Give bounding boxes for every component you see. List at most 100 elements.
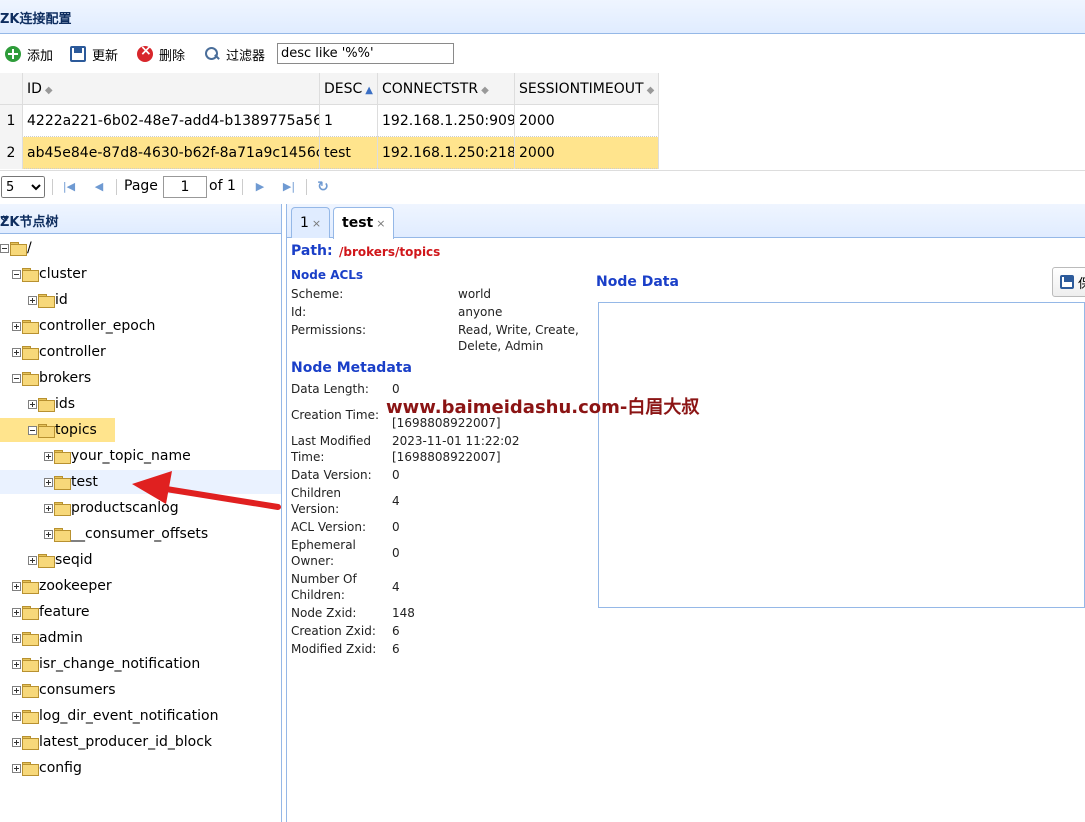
filter-button-label: 过滤器 (226, 48, 266, 64)
tree-node-your-topic-name[interactable]: your_topic_name (44, 444, 191, 468)
column-header-sessiontimeout[interactable]: SESSIONTIMEOUT ◆ (515, 73, 659, 105)
folder-icon (38, 398, 55, 412)
save-icon (1060, 275, 1074, 289)
collapse-icon[interactable] (0, 243, 9, 253)
path-label: Path: (291, 243, 333, 259)
expand-icon[interactable] (12, 763, 21, 773)
column-header-id[interactable]: ID ◆ (23, 73, 320, 105)
expand-icon[interactable] (28, 399, 37, 409)
tree-node-latest-producer-id-block[interactable]: latest_producer_id_block (12, 730, 212, 754)
folder-icon (22, 710, 39, 724)
expand-icon[interactable] (12, 711, 21, 721)
column-header-desc[interactable]: DESC ▲ (320, 73, 378, 105)
folder-icon (22, 372, 39, 386)
connection-grid: ID ◆ DESC ▲ CONNECTSTR ◆ SESSIONTIMEOUT ◆ 1 … (0, 73, 1085, 169)
next-page-icon[interactable]: ▶ (253, 180, 267, 194)
tree-node-cluster[interactable]: cluster (12, 262, 87, 286)
tree-node-log-dir-event-notification[interactable]: log_dir_event_notification (12, 704, 218, 728)
add-icon (5, 46, 21, 62)
expand-icon[interactable] (44, 451, 53, 461)
tree-node-ids[interactable]: ids (28, 392, 75, 416)
expand-icon[interactable] (12, 633, 21, 643)
sort-icon: ◆ (44, 85, 53, 96)
tree-node-root[interactable]: / (0, 236, 32, 260)
tree-node-productscanlog[interactable]: productscanlog (44, 496, 179, 520)
tree-node-topics[interactable]: topics (0, 418, 115, 442)
page-label: Page (124, 178, 158, 194)
collapse-icon[interactable] (28, 425, 37, 435)
meta-num-children-label-cont: Children: (291, 588, 345, 602)
add-button[interactable]: 添加 (5, 44, 53, 64)
meta-acl-version-label: ACL Version: (291, 520, 367, 534)
table-row-selected[interactable]: 2 ab45e84e-87d8-4630-b62f-8a71a9c1456c t… (0, 137, 659, 169)
tree-node-controller[interactable]: controller (12, 340, 106, 364)
expand-icon[interactable] (28, 295, 37, 305)
sort-icon: ◆ (481, 85, 489, 96)
meta-creation-zxid-label: Creation Zxid: (291, 624, 376, 638)
folder-icon (54, 476, 71, 490)
tab-test[interactable]: test × (333, 207, 395, 239)
expand-icon[interactable] (28, 555, 37, 565)
tree-node-seqid[interactable]: seqid (28, 548, 93, 572)
prev-page-icon[interactable]: ◀ (92, 180, 106, 194)
collapse-icon[interactable] (12, 373, 21, 383)
expand-icon[interactable] (12, 321, 21, 331)
tree-node-controller-epoch[interactable]: controller_epoch (12, 314, 155, 338)
acl-scheme-value: world (458, 287, 492, 301)
tree-node-id[interactable]: id (28, 288, 68, 312)
save-node-data-button[interactable]: 保 (1052, 267, 1085, 297)
save-icon (70, 46, 86, 62)
expand-icon[interactable] (12, 685, 21, 695)
folder-icon (22, 606, 39, 620)
separator (52, 179, 53, 195)
meta-modified-time-label: Last Modified (291, 434, 372, 448)
expand-icon[interactable] (44, 477, 53, 487)
expand-icon[interactable] (12, 659, 21, 669)
meta-creation-time-label: Creation Time: (291, 408, 379, 422)
close-icon[interactable]: × (312, 217, 321, 230)
column-header-connectstr[interactable]: CONNECTSTR ◆ (378, 73, 515, 105)
cell-timeout: 2000 (515, 137, 659, 169)
delete-icon (137, 43, 153, 62)
tree-node-admin[interactable]: admin (12, 626, 83, 650)
folder-icon (22, 632, 39, 646)
filter-button[interactable]: 过滤器 (204, 44, 265, 64)
page-size-select[interactable]: 5 (1, 176, 45, 198)
node-data-textarea[interactable] (598, 302, 1085, 608)
tree-node-isr-change-notification[interactable]: isr_change_notification (12, 652, 200, 676)
tree-node-consumers[interactable]: consumers (12, 678, 116, 702)
collapse-panel-icon[interactable]: « (0, 211, 273, 226)
tab-1[interactable]: 1 × (291, 207, 331, 238)
expand-icon[interactable] (44, 503, 53, 513)
table-row[interactable]: 1 4222a221-6b02-48e7-add4-b1389775a566 1… (0, 105, 659, 137)
folder-icon (38, 554, 55, 568)
meta-ephemeral-owner-label-cont: Owner: (291, 554, 335, 568)
tree-node-test[interactable]: test (0, 470, 281, 494)
expand-icon[interactable] (12, 347, 21, 357)
meta-modified-zxid-label: Modified Zxid: (291, 642, 377, 656)
tree-node-consumer-offsets[interactable]: __consumer_offsets (44, 522, 208, 546)
folder-icon (22, 658, 39, 672)
expand-icon[interactable] (44, 529, 53, 539)
tree-node-zookeeper[interactable]: zookeeper (12, 574, 112, 598)
refresh-icon[interactable]: ↻ (316, 180, 330, 194)
tree-node-config[interactable]: config (12, 756, 82, 780)
close-icon[interactable]: × (376, 217, 385, 230)
acl-id-value: anyone (458, 305, 503, 319)
expand-icon[interactable] (12, 737, 21, 747)
meta-node-zxid-label: Node Zxid: (291, 606, 357, 620)
expand-icon[interactable] (12, 581, 21, 591)
sort-icon: ◆ (646, 85, 655, 96)
filter-input[interactable] (277, 43, 454, 64)
page-number-input[interactable] (163, 176, 207, 198)
collapse-icon[interactable] (12, 269, 21, 279)
delete-button[interactable]: 删除 (137, 43, 185, 64)
last-page-icon[interactable]: ▶| (282, 180, 296, 194)
tree-node-brokers[interactable]: brokers (12, 366, 91, 390)
acl-permissions-value-cont: Delete, Admin (458, 339, 544, 353)
grid-header: ID ◆ DESC ▲ CONNECTSTR ◆ SESSIONTIMEOUT ◆ (0, 73, 659, 105)
expand-icon[interactable] (12, 607, 21, 617)
update-button[interactable]: 更新 (70, 44, 118, 64)
tree-node-feature[interactable]: feature (12, 600, 90, 624)
first-page-icon[interactable]: |◀ (62, 180, 76, 194)
